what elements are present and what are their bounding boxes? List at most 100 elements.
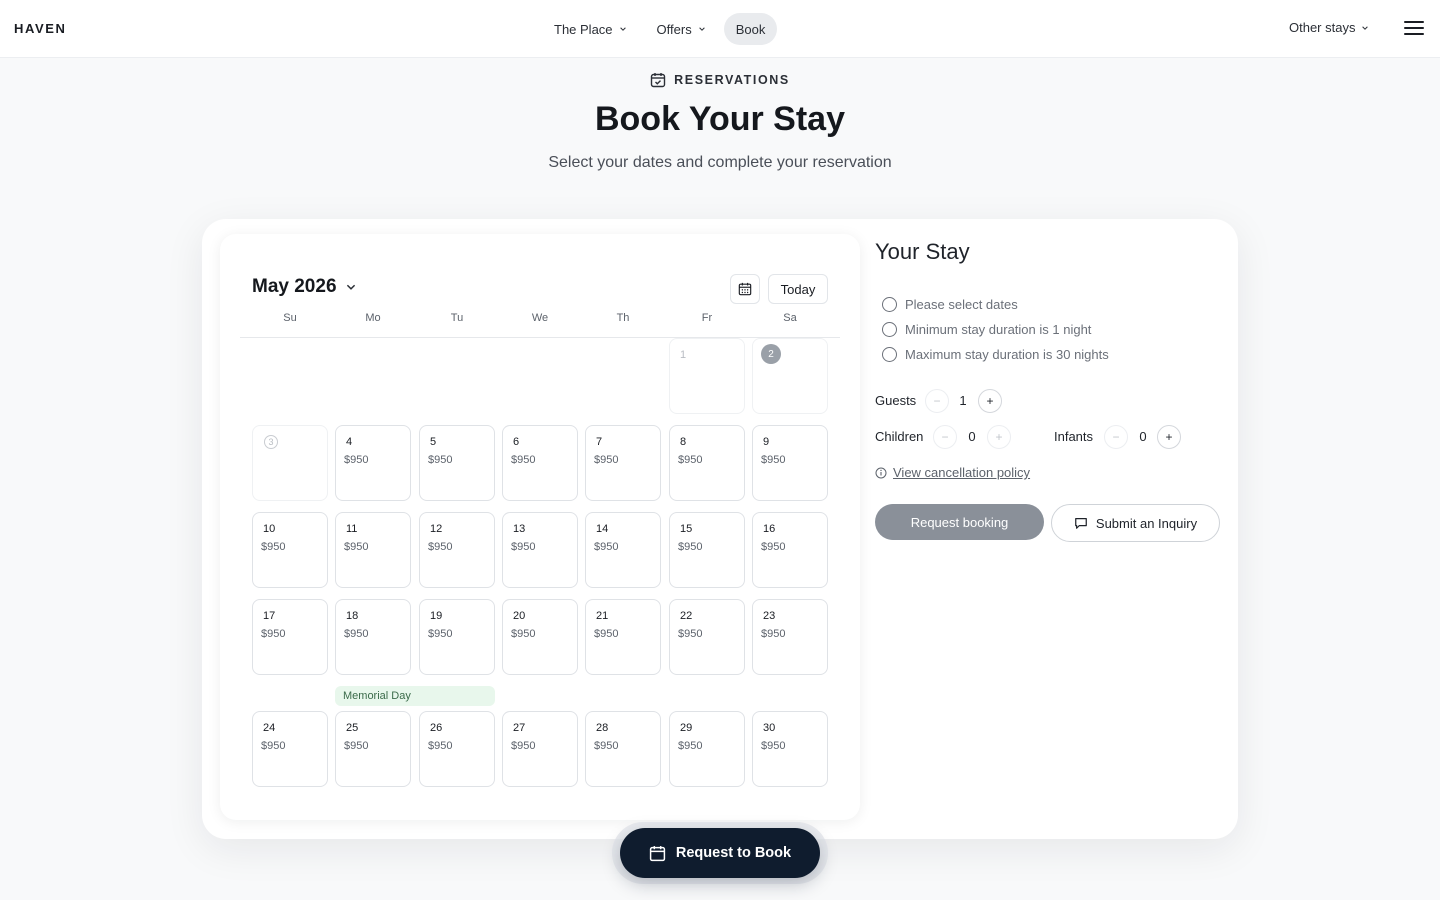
calendar-day[interactable]: 9 $950 [752,425,828,501]
day-number: 18 [346,610,359,622]
day-price: $950 [594,740,619,752]
other-stays-dropdown[interactable]: Other stays [1289,20,1369,35]
day-number: 29 [680,722,693,734]
weekday-we: We [531,312,549,324]
day-number: 5 [430,436,437,448]
calendar-day[interactable]: 13 $950 [502,512,578,588]
calendar-day[interactable]: 12 $950 [419,512,495,588]
request-to-book-button[interactable]: Request to Book [620,828,820,878]
calendar-day[interactable]: 6 $950 [502,425,578,501]
weekday-fr: Fr [701,312,713,324]
day-number: 20 [513,610,526,622]
requirement-text: Maximum stay duration is 30 nights [905,347,1109,362]
day-price: $950 [761,628,786,640]
guests-count: 1 [959,393,967,408]
eyebrow-text: RESERVATIONS [674,73,790,87]
nav-item-offers[interactable]: Offers [645,13,718,45]
hamburger-icon[interactable] [1404,21,1424,37]
day-number: 13 [513,523,526,535]
calendar-day[interactable]: 5 $950 [419,425,495,501]
calendar-day[interactable]: 24 $950 [252,711,328,787]
nav-item-the-place[interactable]: The Place [542,13,639,45]
calendar-day[interactable]: 7 $950 [585,425,661,501]
requirement-item: Maximum stay duration is 30 nights [882,342,1109,367]
submit-inquiry-button[interactable]: Submit an Inquiry [1051,504,1220,542]
calendar-day[interactable]: 4 $950 [335,425,411,501]
weekday-su: Su [283,312,297,324]
guests-label: Guests [875,393,917,408]
guests-increment-button[interactable]: + [978,389,1002,413]
radio-icon [882,322,897,337]
page-subtitle: Select your dates and complete your rese… [548,154,892,171]
day-price: $950 [678,454,703,466]
calendar-check-icon [650,73,666,88]
calendar-day[interactable]: 18 $950 [335,599,411,675]
brand-logo[interactable]: HAVEN [14,21,67,36]
infants-decrement-button[interactable]: − [1104,425,1128,449]
your-stay-title: Your Stay [875,239,970,264]
info-icon [875,467,887,478]
calendar-day[interactable]: 21 $950 [585,599,661,675]
calendar-day[interactable]: 19 $950 [419,599,495,675]
day-price: $950 [511,628,536,640]
request-booking-button[interactable]: Request booking [875,504,1044,540]
other-stays-label: Other stays [1289,20,1356,35]
day-price: $950 [678,628,703,640]
calendar-day[interactable]: 23 $950 [752,599,828,675]
calendar-day[interactable]: 16 $950 [752,512,828,588]
day-number: 22 [680,610,693,622]
day-number: 16 [763,523,776,535]
day-price: $950 [678,541,703,553]
calendar-day[interactable]: 8 $950 [669,425,745,501]
day-number: 3 [264,435,278,449]
weekday-th: Th [616,312,630,324]
children-label: Children [875,429,924,444]
calendar-day[interactable]: 22 $950 [669,599,745,675]
month-label: May 2026 [252,276,337,297]
requirement-item: Please select dates [882,292,1109,317]
chevron-down-icon [698,27,705,31]
month-selector[interactable]: May 2026 [252,276,357,298]
requirement-text: Minimum stay duration is 1 night [905,322,1092,337]
calendar-day[interactable]: 26 $950 [419,711,495,787]
calendar-day[interactable]: 14 $950 [585,512,661,588]
calendar-day[interactable]: 25 $950 [335,711,411,787]
nav-item-label: Book [735,21,766,37]
day-price: $950 [261,541,286,553]
day-number: 2 [761,344,781,364]
radio-icon [882,347,897,362]
day-number: 19 [430,610,443,622]
calendar-day[interactable]: 20 $950 [502,599,578,675]
children-decrement-button[interactable]: − [933,425,957,449]
nav-item-label: The Place [554,21,613,37]
divider [240,337,840,338]
day-price: $950 [761,541,786,553]
day-price: $950 [594,454,619,466]
calendar-day[interactable]: 29 $950 [669,711,745,787]
calendar-day[interactable]: 11 $950 [335,512,411,588]
calendar-day[interactable]: 10 $950 [252,512,328,588]
guests-decrement-button[interactable]: − [925,389,949,413]
day-price: $950 [511,740,536,752]
calendar-day[interactable]: 17 $950 [252,599,328,675]
calendar-day[interactable]: 30 $950 [752,711,828,787]
weekday-sa: Sa [783,312,797,324]
nav-item-book[interactable]: Book [723,13,778,45]
today-button[interactable]: Today [768,274,828,304]
infants-increment-button[interactable]: + [1157,425,1181,449]
children-increment-button[interactable]: + [987,425,1011,449]
calendar-day[interactable]: 27 $950 [502,711,578,787]
infants-count: 0 [1139,429,1147,444]
day-price: $950 [511,454,536,466]
main-nav: The Place Offers Book [542,13,778,45]
weekday-mo: Mo [365,312,381,324]
request-to-book-label: Request to Book [675,845,792,861]
calendar-day[interactable]: 28 $950 [585,711,661,787]
calendar-day[interactable]: 15 $950 [669,512,745,588]
day-number: 12 [430,523,443,535]
weekday-header: Su Mo Tu We Th Fr Sa [252,312,828,326]
calendar-picker-button[interactable] [730,274,760,304]
day-number: 21 [596,610,609,622]
top-navigation-bar: HAVEN The Place Offers Book Other stays [0,0,1440,58]
cancellation-policy-link[interactable]: View cancellation policy [875,465,1030,480]
